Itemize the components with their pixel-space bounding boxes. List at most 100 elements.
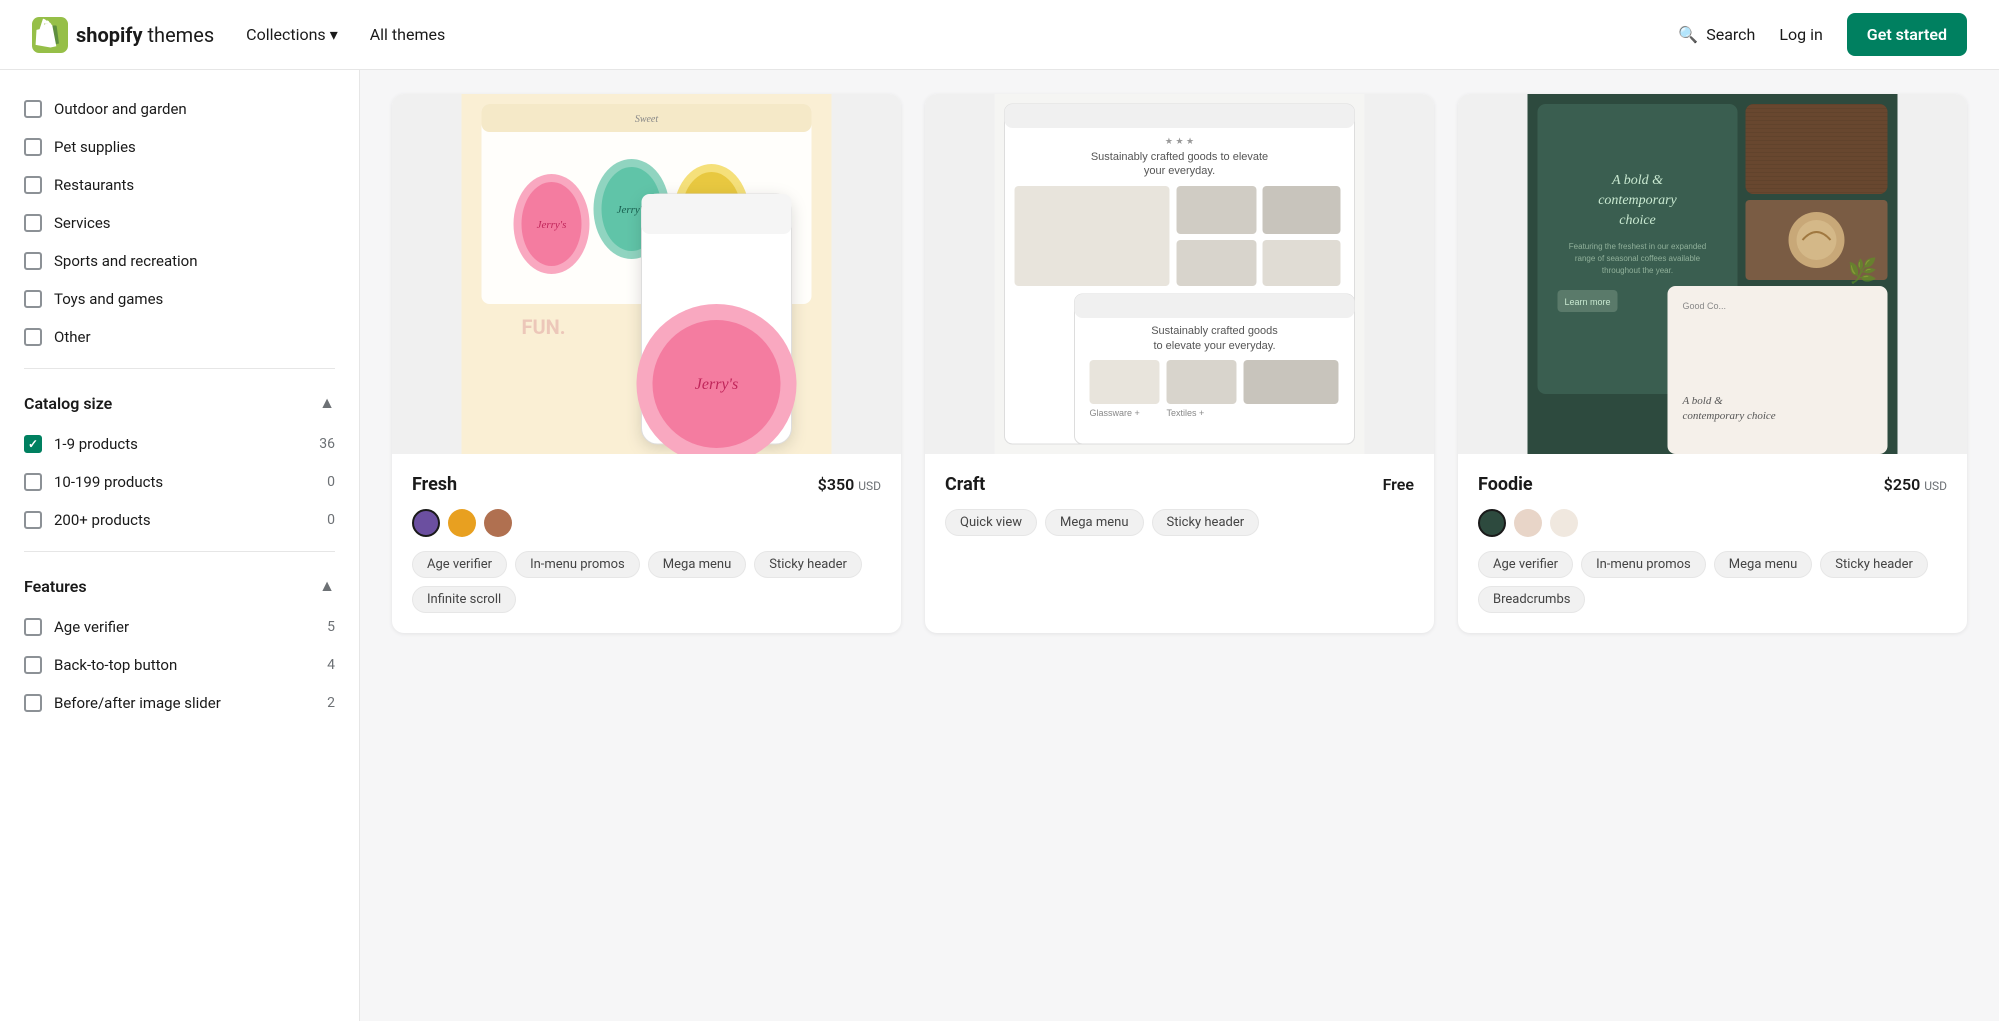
svg-text:🌿: 🌿 — [1848, 257, 1878, 285]
sidebar-label-other: Other — [54, 328, 91, 346]
checkbox-feature-back-to-top[interactable] — [24, 656, 42, 674]
collections-label: Collections — [246, 25, 326, 44]
svg-text:contemporary: contemporary — [1598, 193, 1677, 208]
sidebar-label-restaurants: Restaurants — [54, 176, 134, 194]
svg-text:★ ★ ★: ★ ★ ★ — [1165, 136, 1194, 146]
catalog-label-10-199: 10-199 products — [54, 473, 163, 491]
theme-card-foodie[interactable]: A bold & contemporary choice Featuring t… — [1458, 94, 1967, 633]
theme-name-foodie: Foodie — [1478, 474, 1533, 495]
checkbox-catalog-200plus[interactable] — [24, 511, 42, 529]
feature-item-age-verifier[interactable]: Age verifier 5 — [24, 608, 335, 646]
sidebar-label-pet-supplies: Pet supplies — [54, 138, 136, 156]
theme-price-craft: Free — [1383, 475, 1414, 494]
price-unit-fresh: USD — [858, 479, 881, 493]
sidebar-categories: Outdoor and garden Pet supplies Restaura… — [24, 90, 335, 356]
theme-tag-fresh-3[interactable]: Sticky header — [754, 551, 862, 578]
theme-card-craft[interactable]: ★ ★ ★ Sustainably crafted goods to eleva… — [925, 94, 1434, 633]
theme-card-fresh[interactable]: Sweet Jerry's Jerry's Jerry's Jerry's FU… — [392, 94, 901, 633]
theme-tag-foodie-0[interactable]: Age verifier — [1478, 551, 1573, 578]
themes-grid: Sweet Jerry's Jerry's Jerry's Jerry's FU… — [392, 94, 1967, 633]
theme-tag-fresh-4[interactable]: Infinite scroll — [412, 586, 516, 613]
svg-text:choice: choice — [1619, 213, 1656, 228]
color-swatch-fresh-0[interactable] — [412, 509, 440, 537]
search-button[interactable]: 🔍 Search — [1678, 25, 1755, 44]
svg-text:Glassware +: Glassware + — [1090, 408, 1140, 418]
sidebar-divider — [24, 368, 335, 369]
checkbox-restaurants[interactable] — [24, 176, 42, 194]
sidebar-item-restaurants[interactable]: Restaurants — [24, 166, 335, 204]
sidebar-item-other[interactable]: Other — [24, 318, 335, 356]
color-swatch-foodie-2[interactable] — [1550, 509, 1578, 537]
search-label: Search — [1706, 25, 1755, 44]
all-themes-label: All themes — [370, 25, 446, 44]
catalog-size-section[interactable]: Catalog size ▲ — [24, 381, 335, 425]
get-started-button[interactable]: Get started — [1847, 13, 1967, 56]
layout: Outdoor and garden Pet supplies Restaura… — [0, 70, 1999, 1021]
color-swatch-foodie-1[interactable] — [1514, 509, 1542, 537]
checkbox-catalog-10-199[interactable] — [24, 473, 42, 491]
theme-tag-foodie-4[interactable]: Breadcrumbs — [1478, 586, 1585, 613]
catalog-item-200plus[interactable]: 200+ products 0 — [24, 501, 335, 539]
theme-tag-fresh-1[interactable]: In-menu promos — [515, 551, 640, 578]
theme-preview-fresh: Sweet Jerry's Jerry's Jerry's Jerry's FU… — [392, 94, 901, 454]
theme-tags-foodie: Age verifier In-menu promos Mega menu Stick… — [1478, 551, 1947, 613]
feature-item-back-to-top[interactable]: Back-to-top button 4 — [24, 646, 335, 684]
sidebar-item-sports-recreation[interactable]: Sports and recreation — [24, 242, 335, 280]
sidebar-item-pet-supplies[interactable]: Pet supplies — [24, 128, 335, 166]
color-swatch-foodie-0[interactable] — [1478, 509, 1506, 537]
svg-text:throughout the year.: throughout the year. — [1602, 266, 1673, 275]
checkbox-services[interactable] — [24, 214, 42, 232]
theme-tag-craft-0[interactable]: Quick view — [945, 509, 1037, 536]
sidebar-item-toys-games[interactable]: Toys and games — [24, 280, 335, 318]
all-themes-nav[interactable]: All themes — [370, 25, 446, 44]
theme-tag-fresh-0[interactable]: Age verifier — [412, 551, 507, 578]
checkbox-feature-age-verifier[interactable] — [24, 618, 42, 636]
checkbox-pet-supplies[interactable] — [24, 138, 42, 156]
theme-info-foodie: Foodie $250 USD Age verifierIn-menu prom… — [1458, 454, 1967, 633]
sidebar-item-services[interactable]: Services — [24, 204, 335, 242]
theme-tag-foodie-2[interactable]: Mega menu — [1714, 551, 1812, 578]
theme-tag-craft-2[interactable]: Sticky header — [1152, 509, 1260, 536]
collections-nav[interactable]: Collections ▾ — [246, 25, 338, 44]
login-button[interactable]: Log in — [1779, 25, 1822, 44]
sidebar-item-outdoor-garden[interactable]: Outdoor and garden — [24, 90, 335, 128]
theme-price-fresh: $350 USD — [818, 475, 881, 494]
svg-text:Textiles +: Textiles + — [1167, 408, 1205, 418]
feature-label-before-after-slider: Before/after image slider — [54, 694, 221, 712]
svg-text:FUN.: FUN. — [522, 315, 566, 339]
svg-text:range of seasonal coffees avai: range of seasonal coffees available — [1575, 254, 1701, 263]
svg-text:Sweet: Sweet — [635, 114, 659, 125]
color-swatch-fresh-2[interactable] — [484, 509, 512, 537]
sidebar-label-toys-games: Toys and games — [54, 290, 163, 308]
checkbox-feature-before-after-slider[interactable] — [24, 694, 42, 712]
catalog-size-title: Catalog size — [24, 394, 112, 413]
theme-tag-foodie-3[interactable]: Sticky header — [1820, 551, 1928, 578]
theme-info-fresh: Fresh $350 USD Age verifier In-menu promo… — [392, 454, 901, 633]
checkbox-catalog-1-9[interactable] — [24, 435, 42, 453]
svg-text:Sustainably crafted goods: Sustainably crafted goods — [1151, 325, 1278, 337]
catalog-label-1-9: 1-9 products — [54, 435, 138, 453]
checkbox-toys-games[interactable] — [24, 290, 42, 308]
color-swatch-fresh-1[interactable] — [448, 509, 476, 537]
theme-tag-craft-1[interactable]: Mega menu — [1045, 509, 1143, 536]
catalog-item-10-199[interactable]: 10-199 products 0 — [24, 463, 335, 501]
features-section[interactable]: Features ▲ — [24, 564, 335, 608]
get-started-label: Get started — [1867, 25, 1947, 44]
checkbox-outdoor-garden[interactable] — [24, 100, 42, 118]
svg-text:to elevate your everyday.: to elevate your everyday. — [1153, 340, 1275, 352]
theme-tag-fresh-2[interactable]: Mega menu — [648, 551, 746, 578]
header-left: shopify themes Collections ▾ All themes — [32, 17, 445, 53]
checkbox-sports-recreation[interactable] — [24, 252, 42, 270]
theme-name-row-fresh: Fresh $350 USD — [412, 474, 881, 495]
svg-text:your everyday.: your everyday. — [1144, 165, 1215, 177]
svg-text:Featuring the freshest in our: Featuring the freshest in our expanded — [1569, 242, 1706, 251]
feature-item-before-after-slider[interactable]: Before/after image slider 2 — [24, 684, 335, 722]
sidebar: Outdoor and garden Pet supplies Restaura… — [0, 70, 360, 1021]
checkbox-other[interactable] — [24, 328, 42, 346]
logo[interactable]: shopify themes — [32, 17, 214, 53]
theme-tags-craft: Quick view Mega menu Sticky header — [945, 509, 1414, 536]
catalog-item-1-9[interactable]: 1-9 products 36 — [24, 425, 335, 463]
chevron-down-icon: ▾ — [330, 25, 338, 44]
features-chevron: ▲ — [319, 576, 335, 596]
theme-tag-foodie-1[interactable]: In-menu promos — [1581, 551, 1706, 578]
